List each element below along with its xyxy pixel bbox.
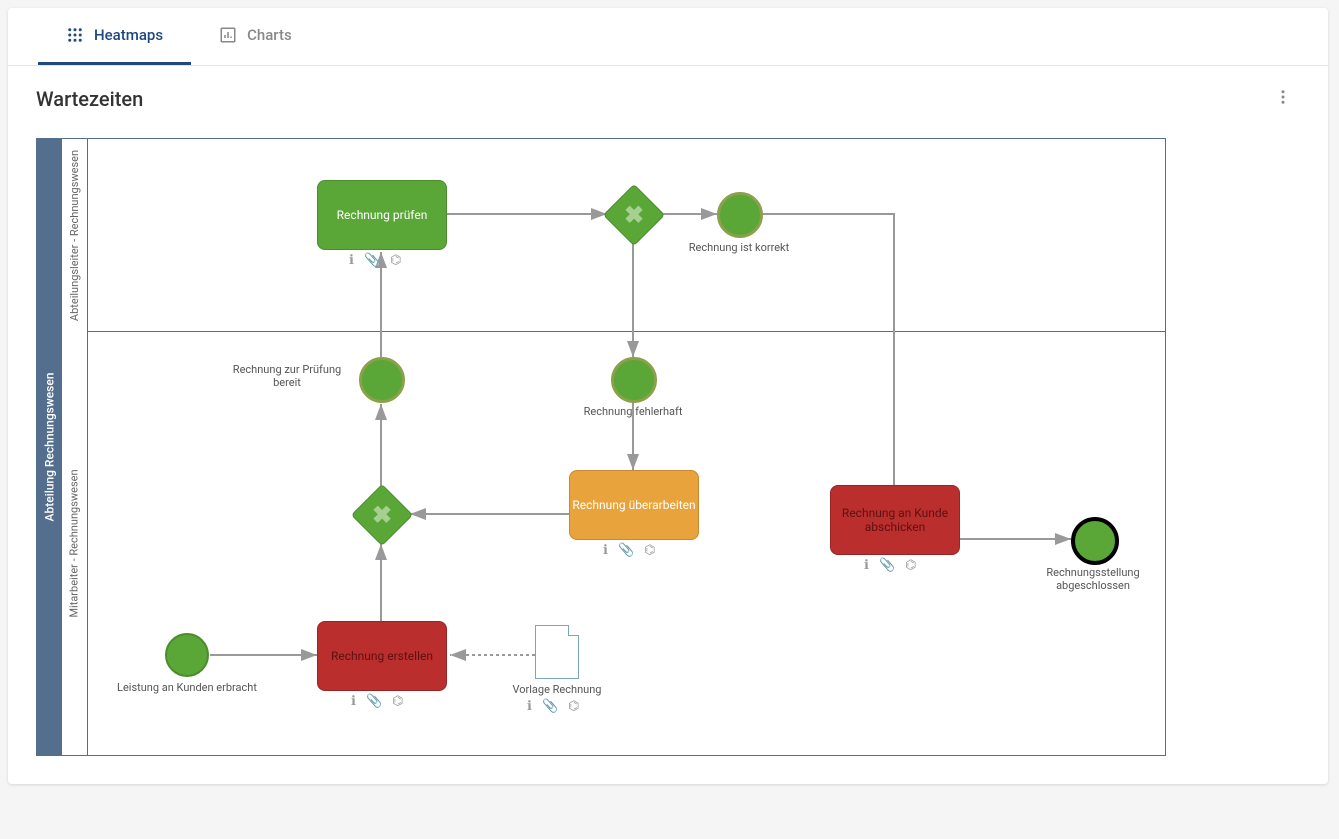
attachment-icon[interactable]: 📎 [364,253,380,268]
org-icon[interactable]: ⌬ [390,253,401,268]
dots-vertical-icon [1274,88,1292,106]
task-icons: ℹ 📎 ⌬ [603,543,656,558]
tabs-bar: Heatmaps Charts [8,8,1328,66]
chart-icon [219,26,237,44]
event-label: Rechnung zur Prüfung bereit [227,363,347,389]
x-icon: ✖ [372,501,392,529]
task-icons: ℹ 📎 ⌬ [349,253,402,268]
info-icon[interactable]: ℹ [349,253,354,268]
attachment-icon[interactable]: 📎 [366,694,382,709]
org-icon[interactable]: ⌬ [568,699,579,714]
tab-label: Charts [247,26,292,44]
task-rechnung-ueberarbeiten[interactable]: Rechnung überarbeiten [569,470,699,540]
info-icon[interactable]: ℹ [351,694,356,709]
data-object-vorlage[interactable] [535,625,579,679]
task-rechnung-pruefen[interactable]: Rechnung prüfen [317,180,447,250]
event-label: Leistung an Kunden erbracht [117,681,257,694]
task-label: Rechnung an Kunde abschicken [831,506,959,534]
more-button[interactable] [1266,80,1300,118]
event-label: Rechnungsstellung abgeschlossen [1023,566,1163,592]
doc-label: Vorlage Rechnung [487,683,627,696]
info-icon[interactable]: ℹ [603,543,608,558]
diagram-container: Abteilung Rechnungswesen Abteilungsleite… [8,126,1328,784]
lane-label: Abteilungsleiter - Rechnungswesen [62,139,88,331]
event-end[interactable] [1071,517,1119,565]
attachment-icon[interactable]: 📎 [618,543,634,558]
task-icons: ℹ 📎 ⌬ [351,694,404,709]
x-icon: ✖ [624,201,644,229]
page-title: Wartezeiten [36,87,143,111]
gateway-decision[interactable]: ✖ [612,193,656,237]
tab-charts[interactable]: Charts [191,8,320,65]
doc-icons: ℹ 📎 ⌬ [527,699,580,714]
tab-heatmaps[interactable]: Heatmaps [38,8,191,65]
bpmn-diagram: Abteilung Rechnungswesen Abteilungsleite… [36,138,1166,756]
org-icon[interactable]: ⌬ [644,543,655,558]
event-start[interactable] [165,633,209,677]
heatmap-icon [66,26,84,44]
lane-label: Mitarbeiter - Rechnungswesen [62,331,88,755]
gateway-merge[interactable]: ✖ [360,493,404,537]
info-icon[interactable]: ℹ [864,558,869,573]
task-label: Rechnung überarbeiten [572,498,695,512]
tab-label: Heatmaps [94,26,163,44]
task-rechnung-senden[interactable]: Rechnung an Kunde abschicken [830,485,960,555]
task-rechnung-erstellen[interactable]: Rechnung erstellen [317,621,447,691]
dashboard-card: Heatmaps Charts Wartezeiten Abteilung Re… [8,8,1328,784]
event-label: Rechnung ist korrekt [669,241,809,254]
event-label: Rechnung fehlerhaft [563,405,703,418]
info-icon[interactable]: ℹ [527,699,532,714]
task-label: Rechnung erstellen [331,649,433,663]
attachment-icon[interactable]: 📎 [542,699,558,714]
org-icon[interactable]: ⌬ [392,694,403,709]
org-icon[interactable]: ⌬ [905,558,916,573]
task-icons: ℹ 📎 ⌬ [864,558,917,573]
section-header: Wartezeiten [8,66,1328,126]
task-label: Rechnung prüfen [337,208,428,222]
pool-label: Abteilung Rechnungswesen [37,139,62,755]
event-fehlerhaft[interactable] [611,357,657,403]
event-korrekt[interactable] [717,192,763,238]
attachment-icon[interactable]: 📎 [879,558,895,573]
event-pruefung-bereit[interactable] [359,357,405,403]
